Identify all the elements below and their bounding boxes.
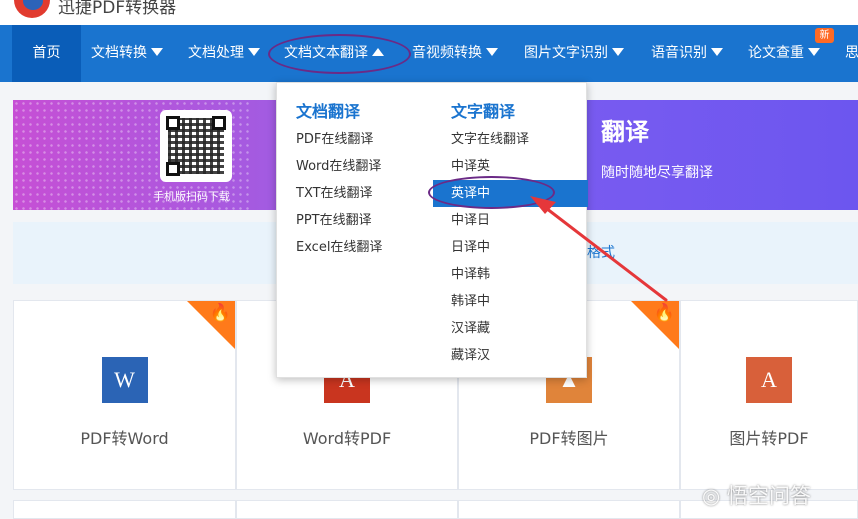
menu-item-zh-bo[interactable]: 汉译藏 xyxy=(451,315,490,342)
tool-card-image-to-pdf[interactable]: A 图片转PDF xyxy=(680,300,858,490)
fire-icon: 🔥 xyxy=(653,303,675,323)
qr-code xyxy=(160,110,232,182)
text-translate-heading: 文字翻译 xyxy=(451,102,516,121)
tool-card[interactable] xyxy=(236,500,458,519)
menu-item-bo-zh[interactable]: 藏译汉 xyxy=(451,342,490,369)
selection-highlight-ellipse xyxy=(428,176,555,209)
banner-title: 翻译 xyxy=(601,118,649,146)
main-nav: 首页 文档转换 文档处理 文档文本翻译 音视频转换 图片文字识别 语音识别 论文… xyxy=(0,25,858,82)
menu-item-word-translate[interactable]: Word在线翻译 xyxy=(296,153,381,180)
top-header: 迅捷PDF转换器 xyxy=(0,0,858,25)
new-badge: 新 xyxy=(815,28,834,43)
nav-label: 音视频转换 xyxy=(412,45,482,61)
tool-card-label: PDF转Word xyxy=(80,429,169,448)
tool-card-label: PDF转图片 xyxy=(529,429,609,448)
tool-card-pdf-to-word[interactable]: W PDF转Word 🔥 xyxy=(13,300,236,490)
tool-card-label: 图片转PDF xyxy=(729,429,809,448)
qr-finder xyxy=(212,116,226,130)
doc-translate-heading: 文档翻译 xyxy=(296,102,361,121)
fire-icon: 🔥 xyxy=(209,303,231,323)
chevron-down-icon xyxy=(808,48,820,56)
qr-caption: 手机版扫码下载 xyxy=(153,190,230,203)
nav-highlight-ellipse xyxy=(268,34,411,74)
nav-label: 文档处理 xyxy=(188,45,244,61)
nav-av-convert[interactable]: 音视频转换 xyxy=(412,25,498,82)
nav-speech[interactable]: 语音识别 xyxy=(651,25,723,82)
nav-label: 论文查重 xyxy=(748,45,804,61)
chevron-down-icon xyxy=(612,48,624,56)
tool-card-label: Word转PDF xyxy=(302,429,392,448)
menu-item-ja-zh[interactable]: 日译中 xyxy=(451,234,490,261)
menu-item-txt-translate[interactable]: TXT在线翻译 xyxy=(296,180,373,207)
watermark: ◎ 悟空问答 xyxy=(702,484,811,508)
menu-item-ppt-translate[interactable]: PPT在线翻译 xyxy=(296,207,372,234)
banner-subtitle: 随时随地尽享翻译 xyxy=(601,165,713,181)
nav-plagiarism[interactable]: 论文查重 xyxy=(748,25,820,82)
nav-label: 图片文字识别 xyxy=(524,45,608,61)
menu-item-zh-ko[interactable]: 中译韩 xyxy=(451,261,490,288)
strip-link[interactable]: 格式 xyxy=(587,242,615,262)
chevron-down-icon xyxy=(248,48,260,56)
pdf-icon: A xyxy=(746,357,792,403)
menu-item-excel-translate[interactable]: Excel在线翻译 xyxy=(296,234,382,261)
nav-label: 文档转换 xyxy=(91,45,147,61)
app-logo[interactable] xyxy=(14,0,50,18)
nav-home[interactable]: 首页 xyxy=(12,25,81,82)
menu-item-pdf-translate[interactable]: PDF在线翻译 xyxy=(296,126,373,153)
menu-item-zh-ja[interactable]: 中译日 xyxy=(451,207,490,234)
nav-doc-process[interactable]: 文档处理 xyxy=(188,25,260,82)
tool-card[interactable] xyxy=(13,500,236,519)
watermark-text: 悟空问答 xyxy=(727,484,811,508)
menu-item-text-translate[interactable]: 文字在线翻译 xyxy=(451,126,529,153)
qr-finder xyxy=(166,116,180,130)
nav-ocr[interactable]: 图片文字识别 xyxy=(524,25,624,82)
nav-doc-convert[interactable]: 文档转换 xyxy=(91,25,163,82)
nav-label: 语音识别 xyxy=(651,45,707,61)
menu-item-ko-zh[interactable]: 韩译中 xyxy=(451,288,490,315)
chevron-down-icon xyxy=(711,48,723,56)
qr-finder xyxy=(166,162,180,176)
nav-home-label: 首页 xyxy=(32,45,61,61)
chevron-down-icon xyxy=(151,48,163,56)
translate-dropdown-menu: 文档翻译 PDF在线翻译 Word在线翻译 TXT在线翻译 PPT在线翻译 Ex… xyxy=(276,82,588,378)
brand-name[interactable]: 迅捷PDF转换器 xyxy=(58,0,176,18)
word-icon: W xyxy=(101,357,148,403)
nav-more[interactable]: 思 xyxy=(845,25,858,82)
app-root: 迅捷PDF转换器 首页 文档转换 文档处理 文档文本翻译 音视频转换 图片文字识… xyxy=(0,0,858,519)
nav-label: 思 xyxy=(845,45,858,61)
chevron-down-icon xyxy=(486,48,498,56)
tool-card[interactable] xyxy=(458,500,680,519)
